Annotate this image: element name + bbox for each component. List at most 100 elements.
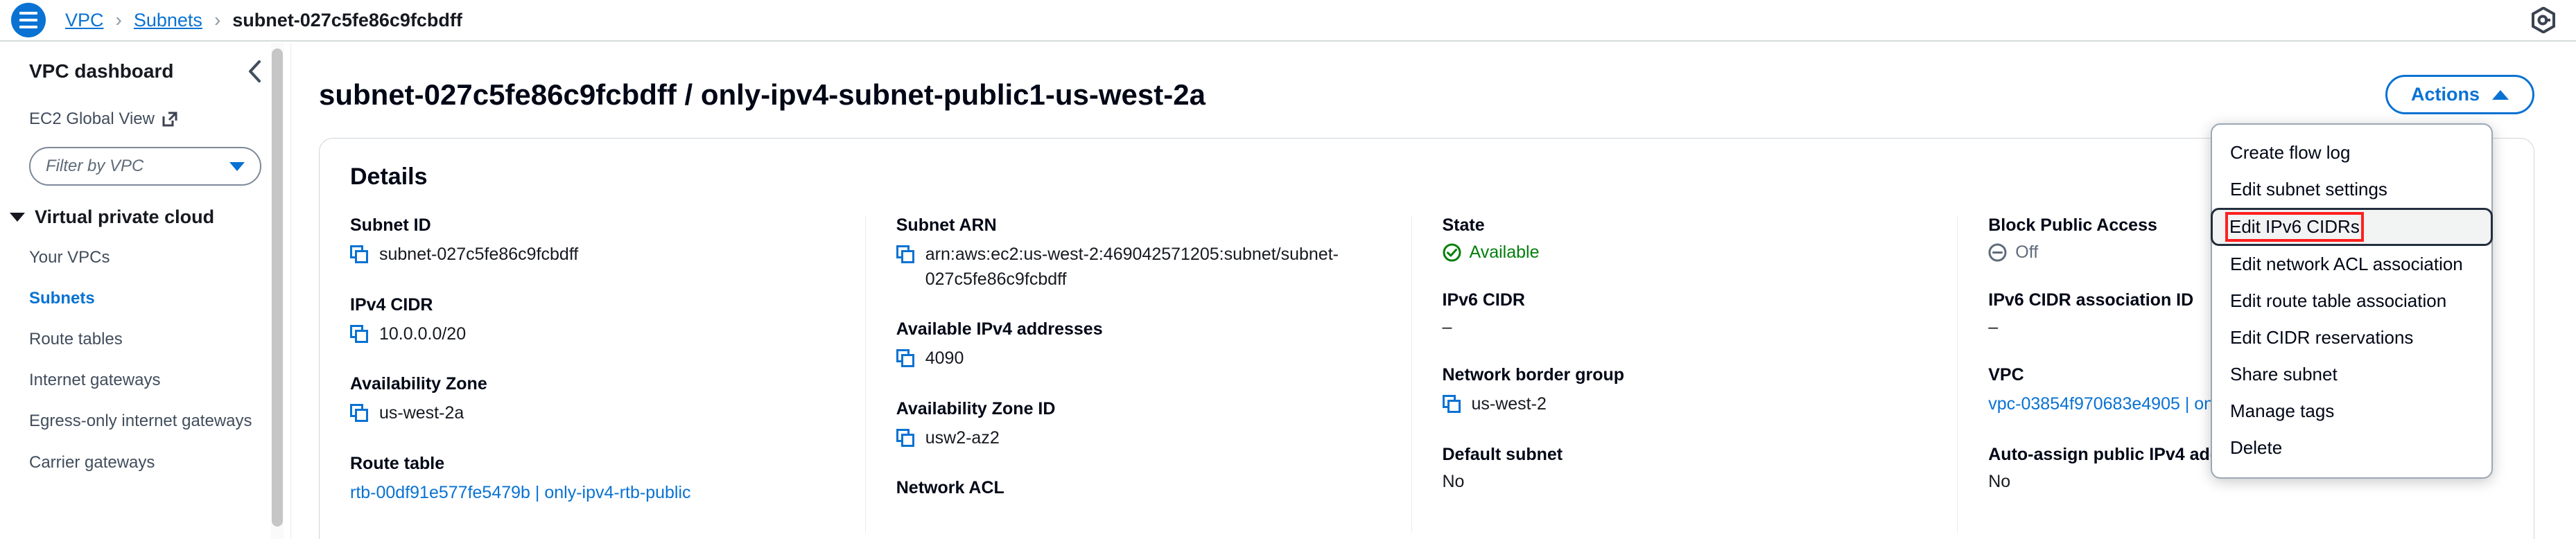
copy-icon[interactable] [350, 404, 368, 422]
actions-button-label: Actions [2410, 84, 2480, 105]
field-label: Network ACL [896, 478, 1004, 497]
field-subnet-arn: Subnet ARN arn:aws:ec2:us-west-2:4690425… [896, 215, 1384, 292]
field-value: 10.0.0.0/20 [350, 322, 837, 347]
page-header: subnet-027c5fe86c9fcbdff / only-ipv4-sub… [293, 43, 2576, 114]
sidebar-item-subnets[interactable]: Subnets [0, 287, 290, 310]
field-label: Availability Zone [350, 374, 487, 394]
hamburger-bar [19, 12, 37, 15]
field-route-table: Route table rtb-00df91e577fe5479b | only… [350, 454, 837, 506]
field-text: 4090 [925, 348, 964, 368]
field-label: Availability Zone ID [896, 398, 1056, 418]
field-label: Default subnet [1442, 444, 1563, 464]
menu-item-edit-subnet-settings[interactable]: Edit subnet settings [2212, 171, 2491, 208]
field-default-subnet: Default subnet No [1443, 445, 1930, 492]
sidebar-item-egress-only-internet-gateways[interactable]: Egress-only internet gateways [0, 409, 290, 432]
breadcrumb-separator-icon: › [115, 9, 122, 30]
details-grid: Subnet ID subnet-027c5fe86c9fcbdff IPv4 … [320, 215, 2534, 533]
field-availability-zone: Availability Zone us-west-2a [350, 374, 837, 426]
details-column: Subnet ID subnet-027c5fe86c9fcbdff IPv4 … [350, 215, 866, 533]
menu-item-label: Edit IPv6 CIDRs [2225, 212, 2364, 242]
menu-item-delete[interactable]: Delete [2212, 430, 2491, 466]
field-label: State [1442, 215, 1485, 235]
field-label: Route table [350, 453, 445, 473]
sidebar-item-carrier-gateways[interactable]: Carrier gateways [0, 451, 290, 474]
filter-by-vpc-select[interactable]: Filter by VPC [29, 147, 261, 186]
field-value: subnet-027c5fe86c9fcbdff [350, 242, 837, 267]
field-text: No [1442, 471, 1465, 491]
copy-icon[interactable] [350, 245, 368, 263]
menu-item-edit-ipv6-cidrs[interactable]: Edit IPv6 CIDRs [2211, 208, 2493, 246]
breadcrumb-item-current: subnet-027c5fe86c9fcbdff [232, 9, 462, 30]
chevron-left-icon[interactable] [247, 60, 263, 83]
status-label: Off [2015, 242, 2039, 262]
details-card: Details Subnet ID subnet-027c5fe86c9fcbd… [319, 138, 2534, 539]
copy-icon[interactable] [896, 349, 914, 367]
field-value: us-west-2a [350, 401, 837, 426]
details-column: State Available IPv6 CIDR – Network bord… [1412, 215, 1958, 533]
copy-icon[interactable] [896, 428, 914, 447]
menu-item-label: Create flow log [2230, 142, 2351, 163]
menu-item-manage-tags[interactable]: Manage tags [2212, 393, 2491, 430]
details-title: Details [350, 164, 428, 190]
sidebar-item-internet-gateways[interactable]: Internet gateways [0, 369, 290, 391]
external-link-icon [162, 112, 177, 127]
breadcrumb-item-subnets[interactable]: Subnets [134, 10, 202, 31]
field-state: State Available [1443, 215, 1930, 263]
sidebar-item-ec2-global-view[interactable]: EC2 Global View [0, 109, 290, 129]
menu-item-share-subnet[interactable]: Share subnet [2212, 356, 2491, 393]
field-label: IPv6 CIDR [1442, 290, 1525, 310]
field-available-ipv4-addresses: Available IPv4 addresses 4090 [896, 319, 1384, 371]
hamburger-bar [19, 26, 37, 28]
breadcrumb-item-vpc[interactable]: VPC [65, 10, 104, 31]
sidebar-scrollbar-thumb[interactable] [272, 48, 283, 527]
field-text: 10.0.0.0/20 [379, 324, 467, 344]
field-label: Network border group [1442, 365, 1625, 385]
caret-up-icon [2492, 89, 2509, 100]
sidebar: VPC dashboard EC2 Global View Filter by … [0, 43, 291, 539]
settings-hex-icon[interactable] [2532, 7, 2555, 33]
copy-icon[interactable] [896, 245, 914, 263]
menu-item-edit-cidr-reservations[interactable]: Edit CIDR reservations [2212, 319, 2491, 356]
route-table-link[interactable]: rtb-00df91e577fe5479b | only-ipv4-rtb-pu… [350, 481, 837, 506]
sidebar-item-route-tables[interactable]: Route tables [0, 328, 290, 351]
copy-icon[interactable] [1442, 395, 1461, 413]
menu-item-label: Edit subnet settings [2230, 179, 2387, 200]
field-value: arn:aws:ec2:us-west-2:469042571205:subne… [896, 242, 1384, 292]
menu-item-label: Manage tags [2230, 400, 2335, 421]
sidebar-group-virtual-private-cloud[interactable]: Virtual private cloud [0, 206, 290, 228]
field-text: us-west-2a [379, 403, 464, 423]
menu-item-label: Delete [2230, 437, 2283, 458]
minus-circle-icon [1988, 243, 2007, 262]
sidebar-ec2-global-view-label: EC2 Global View [29, 109, 155, 128]
copy-icon[interactable] [350, 324, 368, 343]
hamburger-menu-icon[interactable] [11, 3, 46, 37]
details-column: Subnet ARN arn:aws:ec2:us-west-2:4690425… [866, 215, 1412, 533]
field-label: Subnet ARN [896, 215, 997, 235]
field-ipv6-cidr: IPv6 CIDR – [1443, 290, 1930, 337]
sidebar-item-your-vpcs[interactable]: Your VPCs [0, 246, 290, 269]
chevron-down-icon [10, 213, 25, 222]
menu-item-label: Edit route table association [2230, 290, 2447, 311]
status-badge: Available [1443, 242, 1930, 263]
field-text: subnet-027c5fe86c9fcbdff [379, 245, 579, 264]
field-value: us-west-2 [1442, 392, 1930, 417]
field-ipv4-cidr: IPv4 CIDR 10.0.0.0/20 [350, 295, 837, 347]
field-text: – [1442, 317, 1452, 337]
actions-button[interactable]: Actions [2385, 75, 2534, 114]
sidebar-group-label: Virtual private cloud [35, 206, 215, 227]
menu-item-label: Edit network ACL association [2230, 254, 2463, 274]
filter-by-vpc-placeholder: Filter by VPC [46, 157, 144, 175]
field-label: IPv4 CIDR [350, 294, 433, 315]
status-label: Available [1469, 242, 1540, 262]
menu-item-edit-route-table-association[interactable]: Edit route table association [2212, 283, 2491, 319]
menu-item-create-flow-log[interactable]: Create flow log [2212, 134, 2491, 171]
breadcrumb: VPC › Subnets › subnet-027c5fe86c9fcbdff [65, 9, 462, 31]
menu-item-label: Edit CIDR reservations [2230, 327, 2414, 348]
menu-item-edit-network-acl-association[interactable]: Edit network ACL association [2212, 246, 2491, 283]
field-label: Subnet ID [350, 215, 431, 235]
field-subnet-id: Subnet ID subnet-027c5fe86c9fcbdff [350, 215, 837, 267]
field-text: usw2-az2 [925, 427, 1000, 448]
breadcrumb-separator-icon: › [214, 9, 221, 30]
hamburger-bar [19, 19, 37, 21]
field-label: Available IPv4 addresses [896, 319, 1103, 339]
